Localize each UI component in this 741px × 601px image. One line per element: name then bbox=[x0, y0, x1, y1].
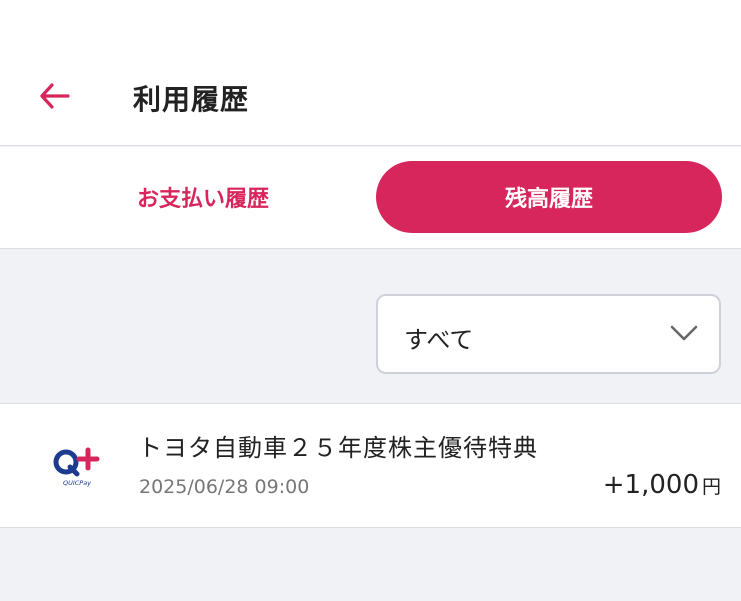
filter-area: すべて bbox=[0, 250, 741, 403]
item-title: トヨタ自動車２５年度株主優待特典 bbox=[138, 434, 538, 462]
quicpay-plus-logo: QUICPay bbox=[53, 447, 100, 487]
tab-payment-history[interactable]: お支払い履歴 bbox=[40, 161, 366, 233]
svg-text:QUICPay: QUICPay bbox=[63, 479, 91, 487]
back-button[interactable] bbox=[36, 78, 72, 114]
history-tabs: お支払い履歴 残高履歴 bbox=[0, 147, 741, 249]
chevron-down-icon bbox=[670, 325, 698, 341]
filter-selected-value: すべて bbox=[404, 326, 474, 354]
filter-dropdown[interactable]: すべて bbox=[376, 294, 721, 374]
item-amount: +1,000 円 bbox=[603, 470, 721, 500]
page-title: 利用履歴 bbox=[133, 83, 250, 116]
item-datetime: 2025/06/28 09:00 bbox=[139, 476, 310, 498]
app-header: 利用履歴 bbox=[0, 0, 741, 146]
arrow-left-icon bbox=[40, 83, 70, 109]
amount-value: +1,000 bbox=[602, 470, 699, 500]
tab-balance-history[interactable]: 残高履歴 bbox=[376, 161, 722, 233]
amount-unit: 円 bbox=[701, 476, 721, 498]
history-list: QUICPay トヨタ自動車２５年度株主優待特典 2025/06/28 09:0… bbox=[0, 403, 741, 528]
